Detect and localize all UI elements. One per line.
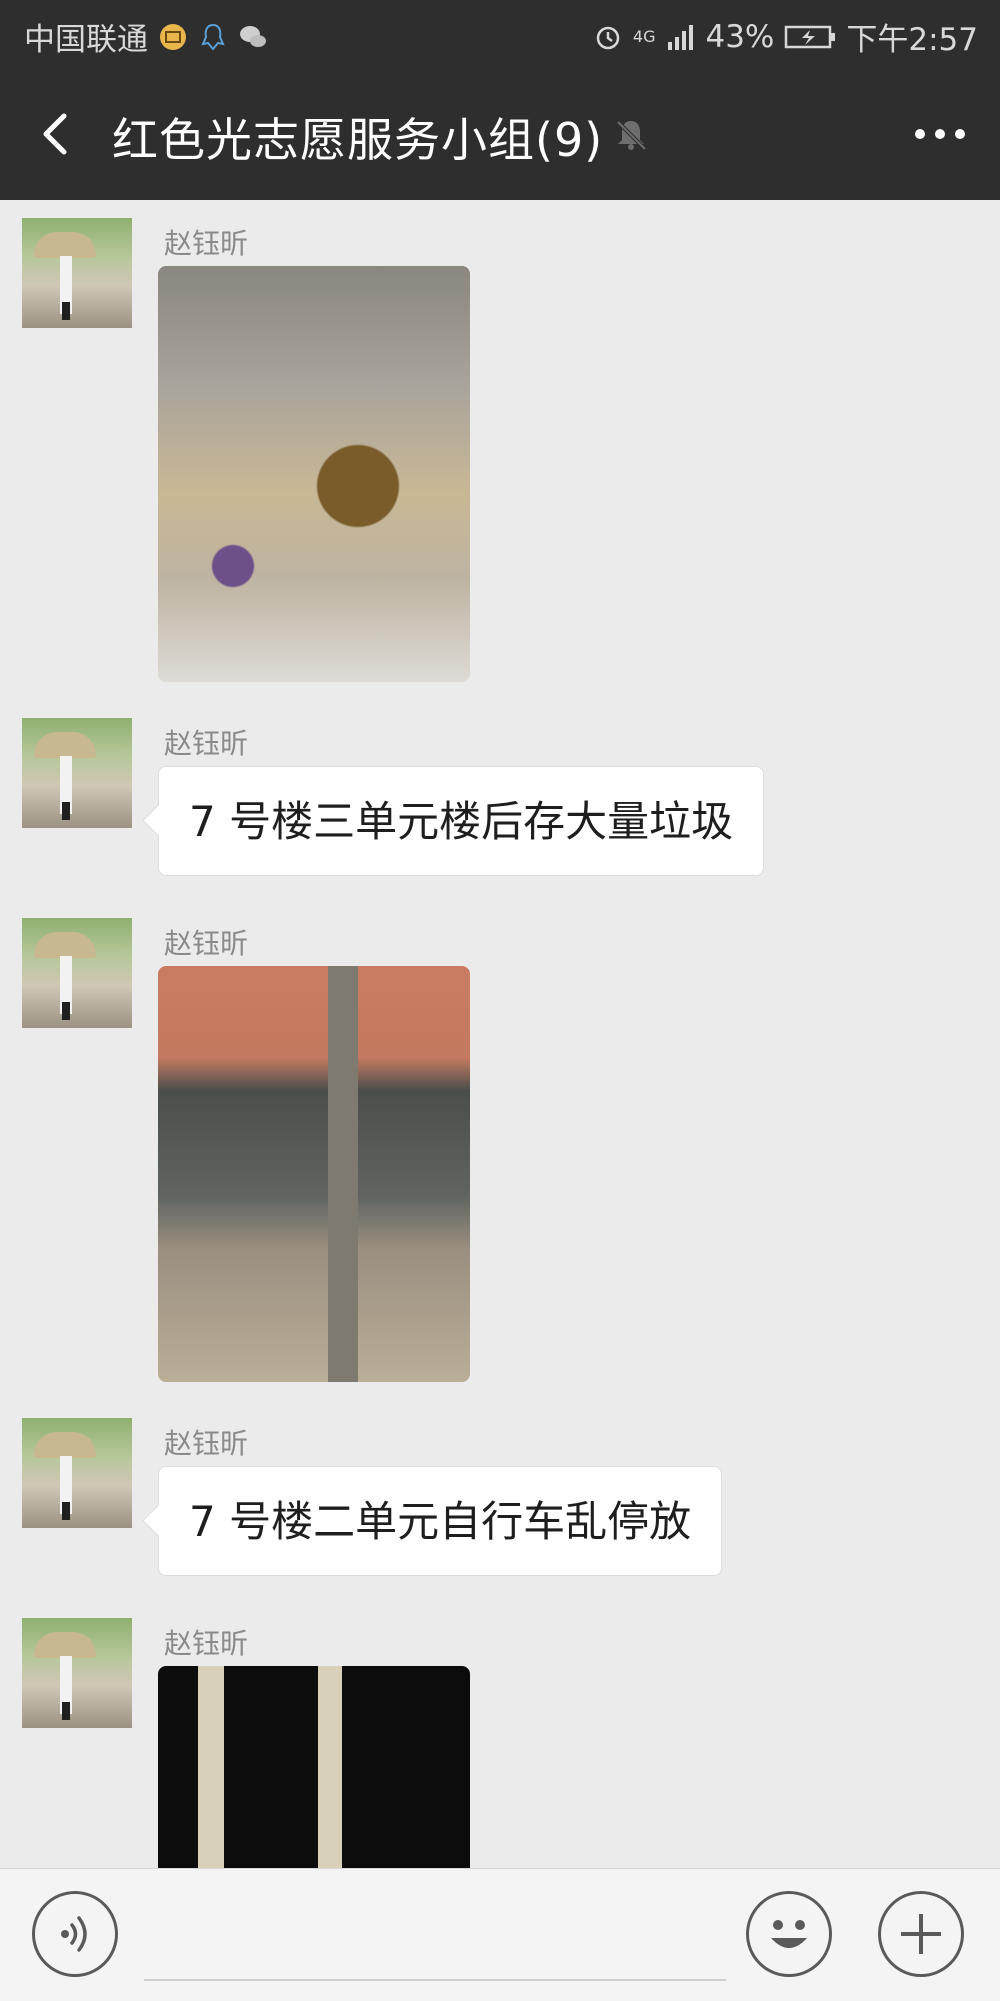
emoji-button[interactable] — [746, 1891, 832, 1977]
sender-name: 赵钰昕 — [164, 927, 249, 960]
sender-name: 赵钰昕 — [164, 1627, 249, 1660]
chevron-left-icon[interactable] — [30, 106, 86, 162]
avatar[interactable] — [22, 718, 132, 828]
message-bubble[interactable]: 7 号楼三单元楼后存大量垃圾 — [158, 766, 765, 876]
status-bar: 中国联通 4G 43% 下午2:57 — [0, 0, 1000, 68]
more-horizontal-icon[interactable] — [910, 112, 970, 156]
alarm-icon — [596, 26, 620, 49]
plus-icon — [901, 1914, 941, 1954]
bell-off-icon — [616, 120, 647, 151]
message-image[interactable] — [158, 1666, 470, 1868]
battery-charging-icon — [785, 25, 836, 48]
avatar[interactable] — [22, 218, 132, 328]
message-image[interactable] — [158, 966, 470, 1382]
qq-notification-icon — [201, 23, 225, 51]
chat-title: 红色光志愿服务小组(9) — [112, 113, 604, 167]
avatar[interactable] — [22, 1418, 132, 1528]
input-bar — [0, 1868, 1000, 2001]
message-input[interactable] — [144, 1897, 726, 1981]
message-bubble[interactable]: 7 号楼二单元自行车乱停放 — [158, 1466, 723, 1576]
sender-name: 赵钰昕 — [164, 727, 249, 760]
clock-time: 下午2:57 — [846, 22, 978, 58]
voice-icon — [61, 1916, 87, 1952]
avatar[interactable] — [22, 918, 132, 1028]
plus-button[interactable] — [878, 1891, 964, 1977]
emoji-icon — [771, 1920, 807, 1948]
chat-header: 红色光志愿服务小组(9) — [0, 68, 1000, 200]
message-list[interactable]: 赵钰昕 赵钰昕 7 号楼三单元楼后存大量垃圾 赵钰昕 赵钰昕 7 号楼二单元自行… — [0, 200, 1000, 1868]
wechat-notification-icon — [240, 25, 266, 47]
sender-name: 赵钰昕 — [164, 1427, 249, 1460]
sender-name: 赵钰昕 — [164, 227, 249, 260]
voice-button[interactable] — [32, 1891, 118, 1977]
battery-percent: 43% — [705, 18, 775, 55]
message-image[interactable] — [158, 266, 470, 682]
network-type-label: 4G — [632, 27, 656, 46]
carrier-label: 中国联通 — [24, 22, 148, 58]
signal-icon — [668, 24, 694, 50]
mail-notification-icon — [160, 23, 186, 50]
avatar[interactable] — [22, 1618, 132, 1728]
